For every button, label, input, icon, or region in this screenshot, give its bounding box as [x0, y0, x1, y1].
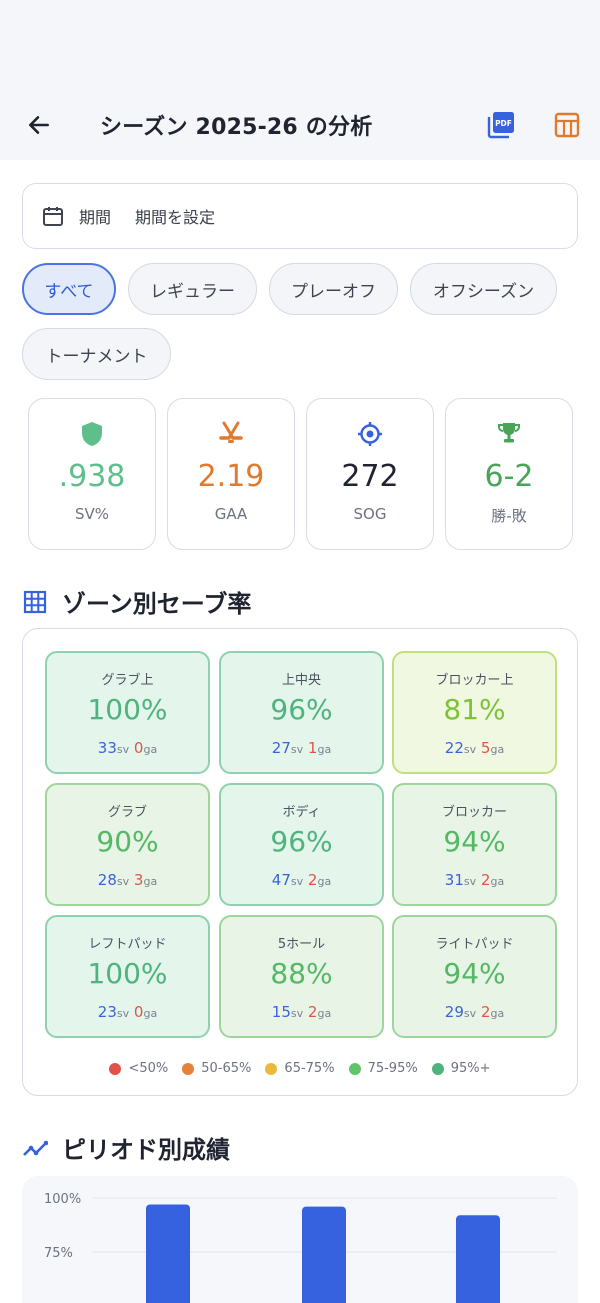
zone-tile[interactable]: グラブ上 100% 33sv 0ga	[45, 651, 210, 774]
period-label: 期間	[79, 208, 112, 227]
stat-value: 6-2	[484, 459, 534, 494]
zone-tile[interactable]: 上中央 96% 27sv 1ga	[219, 651, 384, 774]
period-section-header: ピリオド別成績	[22, 1130, 230, 1165]
zone-tile[interactable]: グラブ 90% 28sv 3ga	[45, 783, 210, 906]
stat-value: 2.19	[197, 459, 265, 494]
period-selector[interactable]: 期間 期間を設定	[22, 183, 578, 249]
back-button[interactable]	[24, 110, 54, 140]
zone-tile[interactable]: ボディ 96% 47sv 2ga	[219, 783, 384, 906]
zone-grid-card: グラブ上 100% 33sv 0ga 上中央 96% 27sv 1ga ブロッカー上 81% 2…	[22, 628, 578, 1096]
legend-item: 75-95%	[348, 1061, 418, 1076]
zone-percent: 100%	[87, 693, 168, 726]
pdf-export-button[interactable]: PDF	[486, 110, 516, 140]
stat-caption: 勝-敗	[491, 507, 527, 525]
stat-caption: SV%	[74, 505, 110, 523]
arrow-left-icon	[29, 116, 49, 134]
chip-regular[interactable]: レギュラー	[128, 263, 257, 315]
period-bar	[302, 1206, 346, 1303]
table-icon	[554, 112, 580, 138]
stat-card-sog: 272 SOG	[306, 398, 434, 550]
zone-percent: 94%	[443, 825, 506, 858]
grid-icon	[23, 590, 47, 613]
zone-counts: 15sv 2ga	[271, 1003, 332, 1021]
zone-tile[interactable]: 5ホール 88% 15sv 2ga	[219, 915, 384, 1038]
app-bar: シーズン 2025-26 の分析 PDF	[0, 90, 600, 160]
zone-counts: 47sv 2ga	[271, 871, 332, 889]
zone-counts: 27sv 1ga	[271, 739, 332, 757]
period-value: 期間を設定	[135, 208, 216, 227]
trophy-icon	[498, 423, 520, 443]
stat-caption: GAA	[214, 505, 248, 523]
legend-item: <50%	[109, 1061, 168, 1076]
stat-value: 272	[341, 459, 399, 494]
trend-line-icon	[23, 1140, 48, 1156]
stat-value: .938	[58, 459, 126, 494]
zone-section-header: ゾーン別セーブ率	[22, 584, 251, 619]
zone-counts: 31sv 2ga	[444, 871, 505, 889]
crossed-sticks-icon	[219, 421, 243, 443]
y-tick-label: 100%	[44, 1192, 81, 1207]
zone-name: ライトパッド	[435, 937, 514, 952]
zone-counts: 22sv 5ga	[444, 739, 505, 757]
target-icon	[358, 422, 382, 446]
stat-caption: SOG	[353, 505, 387, 523]
shield-icon	[82, 422, 102, 446]
zone-tile[interactable]: ライトパッド 94% 29sv 2ga	[392, 915, 557, 1038]
chip-playoff[interactable]: プレーオフ	[269, 263, 398, 315]
legend-item: 50-65%	[182, 1061, 251, 1076]
stat-card-sv: .938 SV%	[28, 398, 156, 550]
zone-name: グラブ上	[101, 673, 154, 688]
zone-percent: 96%	[270, 825, 333, 858]
zone-percent: 94%	[443, 957, 506, 990]
zone-tile[interactable]: レフトパッド 100% 23sv 0ga	[45, 915, 210, 1038]
zone-counts: 23sv 0ga	[97, 1003, 158, 1021]
content-area: 期間 期間を設定 すべて レギュラー プレーオフ オフシーズン トーナメント .…	[0, 160, 600, 1303]
zone-tile[interactable]: ブロッカー上 81% 22sv 5ga	[392, 651, 557, 774]
zone-name: ブロッカー上	[435, 673, 514, 688]
section-title: ピリオド別成績	[62, 1136, 230, 1164]
zone-name: ボディ	[282, 805, 321, 820]
zone-name: 上中央	[281, 673, 321, 688]
stat-card-record: 6-2 勝-敗	[445, 398, 573, 550]
zone-percent: 100%	[87, 957, 168, 990]
zone-counts: 29sv 2ga	[444, 1003, 505, 1021]
zone-counts: 28sv 3ga	[97, 871, 158, 889]
chip-all[interactable]: すべて	[22, 263, 116, 315]
pdf-icon: PDF	[487, 112, 514, 139]
svg-text:PDF: PDF	[495, 119, 512, 128]
y-tick-label: 75%	[44, 1246, 73, 1261]
zone-name: グラブ	[107, 805, 147, 820]
period-chart-card: 100% 75%	[22, 1176, 578, 1303]
legend-item: 65-75%	[265, 1061, 335, 1076]
zone-name: 5ホール	[277, 937, 326, 952]
zone-tile[interactable]: ブロッカー 94% 31sv 2ga	[392, 783, 557, 906]
zone-name: レフトパッド	[88, 937, 167, 952]
chip-offseason[interactable]: オフシーズン	[410, 263, 557, 315]
section-title: ゾーン別セーブ率	[62, 590, 252, 618]
period-bar	[456, 1215, 500, 1303]
zone-percent: 88%	[270, 957, 333, 990]
status-bar-area	[0, 0, 600, 90]
period-chart: 100% 75%	[44, 1192, 557, 1303]
legend-item: 95%+	[431, 1061, 491, 1076]
zone-percent: 90%	[96, 825, 159, 858]
calendar-icon	[43, 207, 63, 226]
table-view-button[interactable]	[552, 110, 582, 140]
zone-name: ブロッカー	[441, 805, 507, 820]
chip-tournament[interactable]: トーナメント	[22, 328, 171, 380]
zone-percent: 96%	[270, 693, 333, 726]
zone-percent: 81%	[443, 693, 506, 726]
period-bar	[146, 1204, 190, 1303]
zone-counts: 33sv 0ga	[97, 739, 158, 757]
stat-card-gaa: 2.19 GAA	[167, 398, 295, 550]
page-title: シーズン 2025-26 の分析	[100, 115, 373, 140]
zone-legend: <50% 50-65% 65-75% 75-95% 95%+	[23, 1061, 577, 1076]
